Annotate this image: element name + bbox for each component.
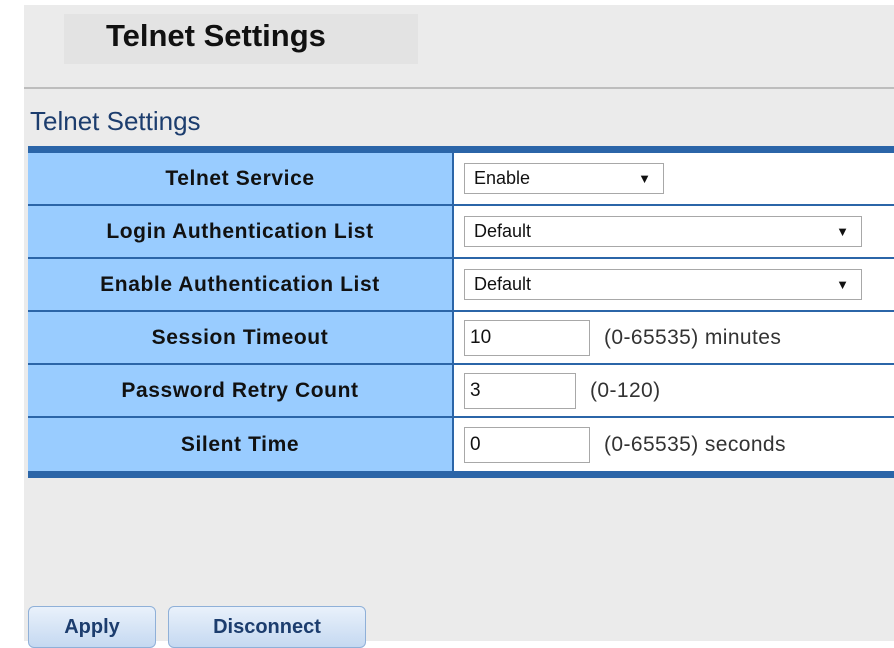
login-authentication-list-label: Login Authentication List: [28, 206, 454, 259]
divider: [24, 87, 894, 89]
row-enable-authentication-list: Enable Authentication List Default ▼: [28, 259, 894, 312]
row-login-authentication-list: Login Authentication List Default ▼: [28, 206, 894, 259]
chevron-down-icon: ▼: [836, 277, 849, 292]
session-timeout-cell: 10 (0-65535) minutes: [454, 312, 894, 365]
page-title: Telnet Settings: [106, 18, 326, 53]
login-authentication-list-select[interactable]: Default ▼: [464, 216, 862, 247]
row-password-retry-count: Password Retry Count 3 (0-120): [28, 365, 894, 418]
session-timeout-input[interactable]: 10: [464, 319, 590, 356]
login-authentication-list-value: Default: [474, 221, 532, 241]
chevron-down-icon: ▼: [638, 171, 651, 186]
row-session-timeout: Session Timeout 10 (0-65535) minutes: [28, 312, 894, 365]
telnet-service-label: Telnet Service: [28, 153, 454, 206]
section-title: Telnet Settings: [30, 106, 201, 136]
telnet-service-value: Enable: [474, 168, 531, 188]
enable-authentication-list-value: Default: [474, 274, 532, 294]
login-authentication-list-cell: Default ▼: [454, 206, 894, 259]
enable-authentication-list-cell: Default ▼: [454, 259, 894, 312]
password-retry-count-label: Password Retry Count: [28, 365, 454, 418]
password-retry-count-range: (0-120): [590, 378, 661, 402]
enable-authentication-list-select[interactable]: Default ▼: [464, 269, 862, 300]
session-timeout-range: (0-65535) minutes: [604, 325, 782, 349]
enable-authentication-list-label: Enable Authentication List: [28, 259, 454, 312]
telnet-settings-table: Telnet Service Enable ▼ Login Authentica…: [28, 146, 894, 478]
row-telnet-service: Telnet Service Enable ▼: [28, 153, 894, 206]
silent-time-cell: 0 (0-65535) seconds: [454, 418, 894, 471]
telnet-service-select[interactable]: Enable ▼: [464, 163, 664, 194]
telnet-service-cell: Enable ▼: [454, 153, 894, 206]
password-retry-count-input[interactable]: 3: [464, 372, 576, 409]
silent-time-input[interactable]: 0: [464, 426, 590, 463]
row-silent-time: Silent Time 0 (0-65535) seconds: [28, 418, 894, 471]
password-retry-count-cell: 3 (0-120): [454, 365, 894, 418]
chevron-down-icon: ▼: [836, 224, 849, 239]
session-timeout-label: Session Timeout: [28, 312, 454, 365]
apply-button[interactable]: Apply: [28, 606, 156, 648]
silent-time-label: Silent Time: [28, 418, 454, 471]
disconnect-button[interactable]: Disconnect: [168, 606, 366, 648]
silent-time-range: (0-65535) seconds: [604, 432, 786, 456]
